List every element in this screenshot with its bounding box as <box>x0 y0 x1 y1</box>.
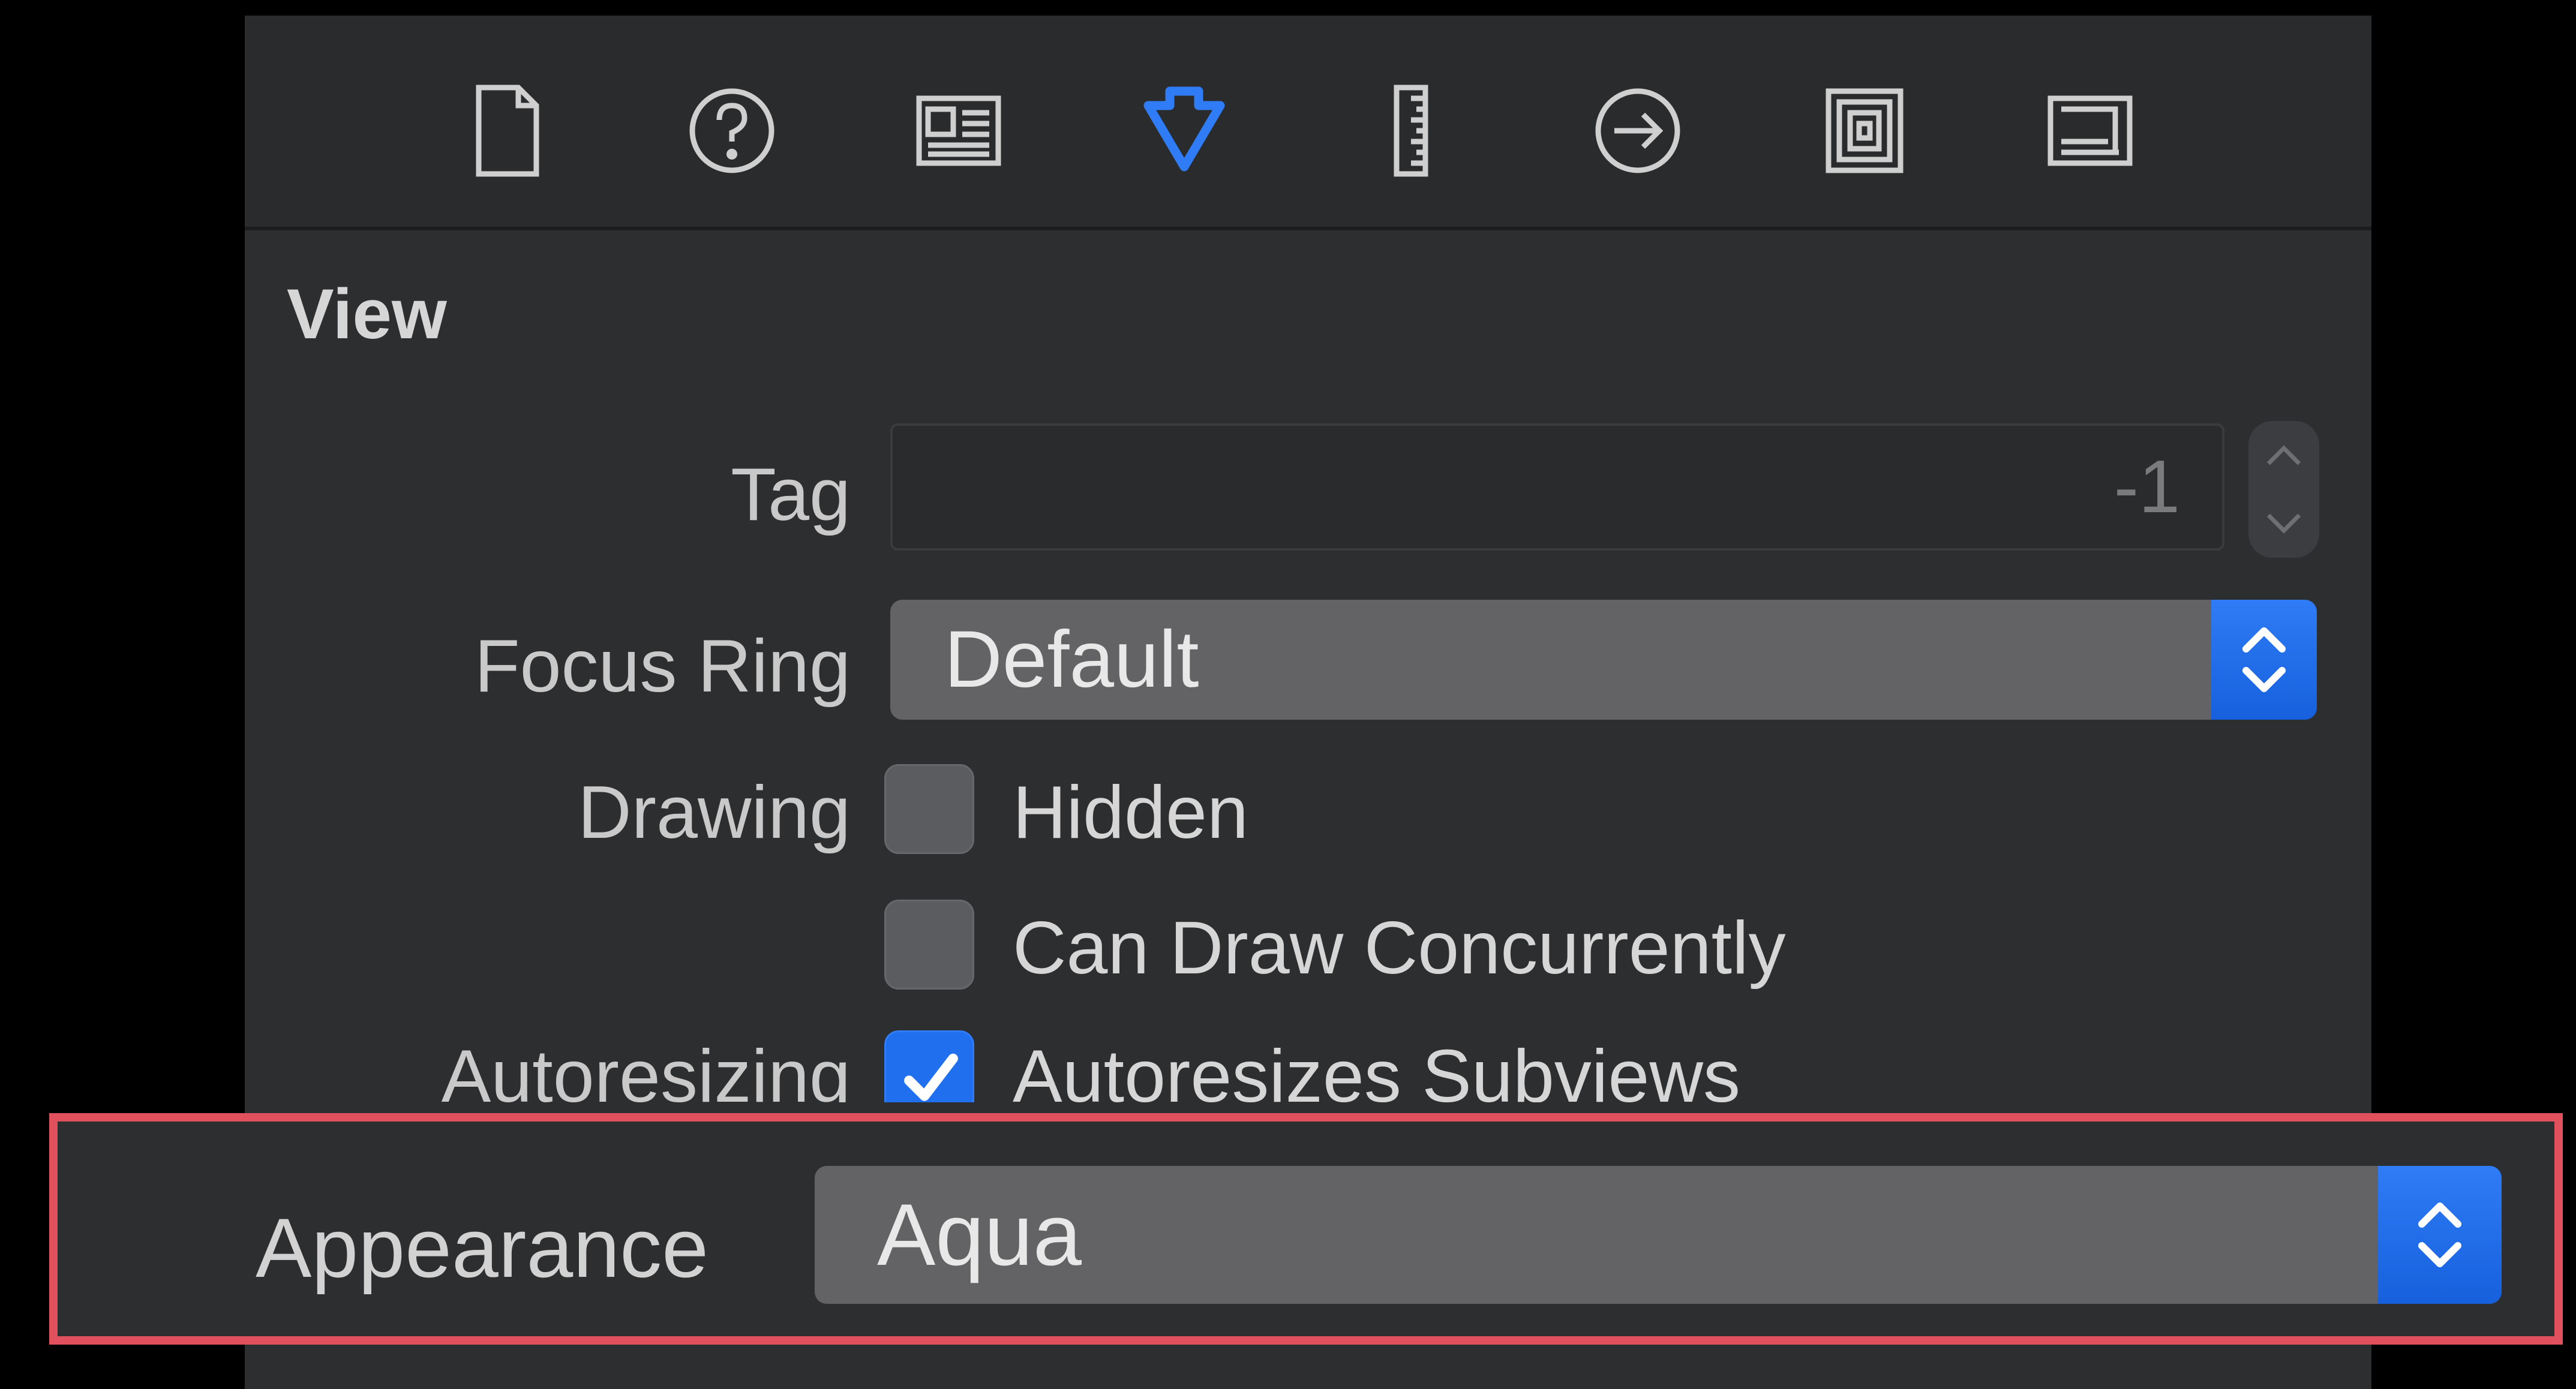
appearance-value: Aqua <box>877 1186 1082 1283</box>
stepper-up-icon[interactable] <box>2263 440 2305 470</box>
focus-ring-popup[interactable]: Default <box>890 600 2317 720</box>
can-draw-concurrently-checkbox[interactable] <box>884 900 974 990</box>
tag-stepper[interactable] <box>2248 421 2319 558</box>
section-title: View <box>287 275 447 354</box>
stepper-down-icon[interactable] <box>2263 509 2305 539</box>
tag-label: Tag <box>731 453 851 536</box>
drawing-label: Drawing <box>578 771 851 854</box>
tag-field[interactable]: -1 <box>890 423 2224 551</box>
hidden-checkbox[interactable] <box>884 764 974 854</box>
size-inspector-icon[interactable] <box>1351 71 1471 191</box>
bindings-inspector-icon[interactable] <box>1805 71 1925 191</box>
popup-arrows-icon <box>2378 1166 2502 1304</box>
autoresizing-row: Autoresizing Autoresizes Subviews <box>245 1030 2371 1102</box>
quick-help-icon[interactable] <box>672 71 792 191</box>
appearance-popup[interactable]: Aqua <box>815 1166 2502 1304</box>
can-draw-concurrently-label: Can Draw Concurrently <box>1013 907 1786 990</box>
autoresizes-subviews-checkbox[interactable] <box>884 1030 974 1102</box>
autoresizing-label: Autoresizing <box>441 1035 851 1102</box>
popup-arrows-icon <box>2211 600 2317 720</box>
appearance-label: Appearance <box>256 1201 709 1295</box>
checkmark-icon <box>904 1053 958 1101</box>
autoresizes-subviews-label: Autoresizes Subviews <box>1013 1035 1740 1102</box>
file-inspector-icon[interactable] <box>448 71 568 191</box>
inspector-toolbar <box>245 16 2371 230</box>
appearance-highlight: Appearance Aqua <box>49 1113 2563 1345</box>
view-effects-inspector-icon[interactable] <box>2030 71 2150 191</box>
focus-ring-value: Default <box>944 615 1199 704</box>
attributes-inspector-icon[interactable] <box>1124 71 1244 191</box>
connections-inspector-icon[interactable] <box>1578 71 1698 191</box>
hidden-label: Hidden <box>1013 771 1248 854</box>
focus-ring-label: Focus Ring <box>474 625 851 708</box>
identity-inspector-icon[interactable] <box>899 71 1019 191</box>
